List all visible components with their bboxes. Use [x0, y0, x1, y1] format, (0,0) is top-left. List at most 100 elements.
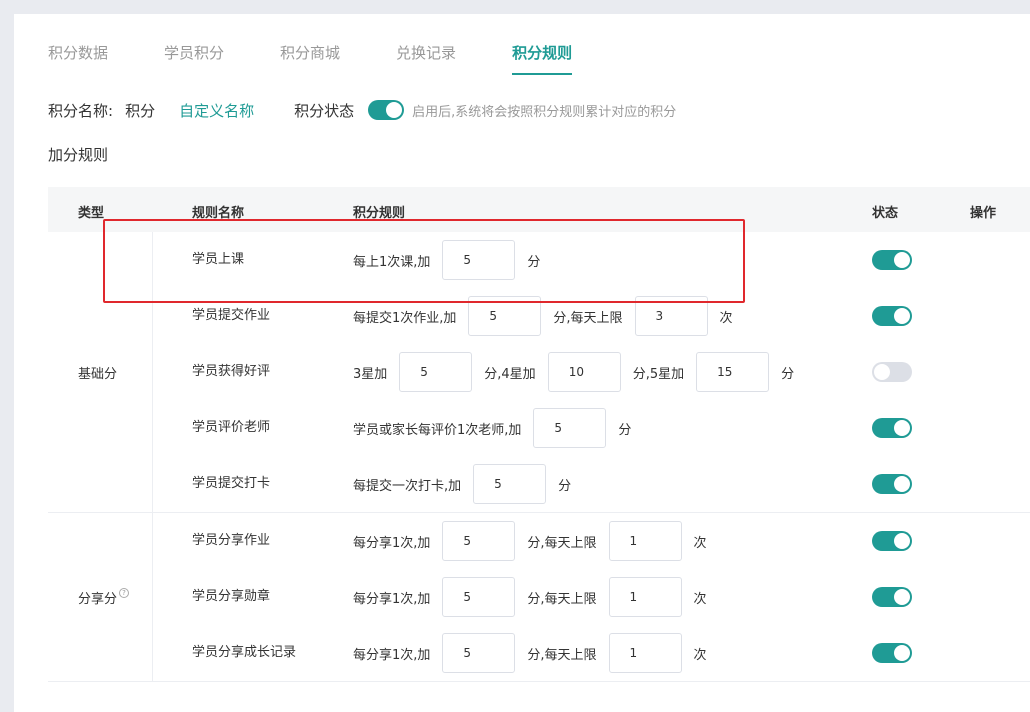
rule-status-switch[interactable] [872, 643, 912, 663]
table-row: 学员提交打卡 每提交一次打卡,加 分 [48, 456, 1030, 512]
table-row: 学员上课 每上1次课,加 分 [48, 232, 1030, 288]
header-rule: 积分规则 [353, 206, 406, 221]
switch-knob [894, 420, 910, 436]
rule-group: 基础分学员上课每上1次课,加分学员提交作业每提交1次作业,加分,每天上限次学员获… [48, 232, 1030, 513]
rule-text: 每分享1次,加 [353, 647, 431, 663]
status-cell [872, 362, 912, 382]
points-status-hint: 启用后,系统将会按照积分规则累计对应的积分 [412, 104, 677, 120]
status-cell [872, 306, 912, 326]
switch-knob [894, 533, 910, 549]
points-input[interactable] [442, 633, 516, 673]
rule-status-switch[interactable] [872, 306, 912, 326]
rules-table: 类型 规则名称 积分规则 状态 操作 基础分学员上课每上1次课,加分学员提交作业… [48, 187, 1030, 682]
points-input[interactable] [696, 352, 770, 392]
points-input[interactable] [442, 577, 516, 617]
rule-name: 学员分享作业 [192, 533, 271, 548]
table-row: 学员分享作业 每分享1次,加 分,每天上限 次 [48, 513, 1030, 569]
table-row: 学员提交作业 每提交1次作业,加 分,每天上限 次 [48, 288, 1030, 344]
rule-status-switch[interactable] [872, 587, 912, 607]
rule-text: 3星加 [353, 366, 388, 382]
switch-knob [894, 589, 910, 605]
rule-cell: 每提交1次作业,加 分,每天上限 次 [353, 288, 733, 344]
rule-text: 次 [693, 591, 707, 607]
switch-knob [894, 308, 910, 324]
rule-text: 每分享1次,加 [353, 591, 431, 607]
rule-text: 每上1次课,加 [353, 254, 431, 270]
rule-status-switch[interactable] [872, 250, 912, 270]
points-input[interactable] [608, 521, 682, 561]
rule-text: 分 [618, 422, 632, 438]
tab-2[interactable]: 积分商城 [280, 42, 340, 75]
tab-bar: 积分数据 学员积分 积分商城 兑换记录 积分规则 [48, 42, 628, 78]
tab-1[interactable]: 学员积分 [164, 42, 224, 75]
rule-text: 每提交1次作业,加 [353, 310, 457, 326]
switch-knob [894, 252, 910, 268]
rule-text: 分 [558, 478, 572, 494]
rule-status-switch[interactable] [872, 531, 912, 551]
status-cell [872, 250, 912, 270]
rule-cell: 每上1次课,加 分 [353, 232, 540, 288]
rule-status-switch[interactable] [872, 474, 912, 494]
rule-name: 学员分享勋章 [192, 589, 271, 604]
status-cell [872, 418, 912, 438]
table-row: 学员获得好评 3星加 分,4星加 分,5星加 分 [48, 344, 1030, 400]
tab-3[interactable]: 兑换记录 [396, 42, 456, 75]
rule-name: 学员上课 [192, 252, 245, 267]
rule-text: 次 [693, 647, 707, 663]
header-name: 规则名称 [192, 206, 245, 221]
header-action: 操作 [970, 206, 997, 221]
rule-name: 学员获得好评 [192, 364, 271, 379]
points-status-switch[interactable] [368, 100, 405, 120]
custom-name-link[interactable]: 自定义名称 [179, 100, 254, 121]
points-input[interactable] [533, 408, 607, 448]
rule-cell: 每分享1次,加 分,每天上限 次 [353, 513, 707, 569]
rule-name: 学员评价老师 [192, 420, 271, 435]
points-input[interactable] [468, 296, 542, 336]
table-row: 学员评价老师 学员或家长每评价1次老师,加 分 [48, 400, 1030, 456]
rule-status-switch[interactable] [872, 362, 912, 382]
status-cell [872, 474, 912, 494]
points-input[interactable] [442, 521, 516, 561]
rule-name: 学员提交作业 [192, 308, 271, 323]
rule-cell: 每分享1次,加 分,每天上限 次 [353, 569, 707, 625]
points-name-value: 积分 [125, 101, 156, 120]
status-cell [872, 643, 912, 663]
tab-0[interactable]: 积分数据 [48, 42, 108, 75]
rule-cell: 学员或家长每评价1次老师,加 分 [353, 400, 631, 456]
rule-text: 分,每天上限 [527, 535, 597, 551]
table-row: 学员分享成长记录 每分享1次,加 分,每天上限 次 [48, 625, 1030, 681]
points-input[interactable] [634, 296, 708, 336]
rule-name: 学员分享成长记录 [192, 645, 297, 660]
switch-knob [894, 645, 910, 661]
rule-cell: 每提交一次打卡,加 分 [353, 456, 571, 512]
rule-text: 学员或家长每评价1次老师,加 [353, 422, 522, 438]
points-input[interactable] [608, 633, 682, 673]
tab-4[interactable]: 积分规则 [512, 42, 573, 75]
rule-cell: 每分享1次,加 分,每天上限 次 [353, 625, 707, 681]
rule-text: 每提交一次打卡,加 [353, 478, 462, 494]
rule-text: 次 [719, 310, 733, 326]
rule-text: 分 [781, 366, 795, 382]
rule-group: 分享分?学员分享作业每分享1次,加分,每天上限次学员分享勋章每分享1次,加分,每… [48, 513, 1030, 682]
rule-text: 分,5星加 [632, 366, 685, 382]
rule-text: 分,每天上限 [527, 647, 597, 663]
header-type: 类型 [78, 206, 105, 221]
rule-cell: 3星加 分,4星加 分,5星加 分 [353, 344, 794, 400]
rule-text: 每分享1次,加 [353, 535, 431, 551]
points-name-label: 积分名称: [48, 101, 114, 120]
rule-text: 分 [527, 254, 541, 270]
table-row: 学员分享勋章 每分享1次,加 分,每天上限 次 [48, 569, 1030, 625]
status-cell [872, 531, 912, 551]
points-input[interactable] [473, 464, 547, 504]
rule-text: 分,每天上限 [527, 591, 597, 607]
rule-status-switch[interactable] [872, 418, 912, 438]
rule-text: 分,每天上限 [553, 310, 623, 326]
section-title: 加分规则 [48, 146, 109, 164]
points-name-row: 积分名称: 积分 自定义名称 积分状态 启用后,系统将会按照积分规则累计对应的积… [48, 98, 676, 122]
points-input[interactable] [608, 577, 682, 617]
rule-text: 次 [693, 535, 707, 551]
points-input[interactable] [442, 240, 516, 280]
points-input[interactable] [547, 352, 621, 392]
points-input[interactable] [399, 352, 473, 392]
table-header: 类型 规则名称 积分规则 状态 操作 [48, 187, 1030, 232]
